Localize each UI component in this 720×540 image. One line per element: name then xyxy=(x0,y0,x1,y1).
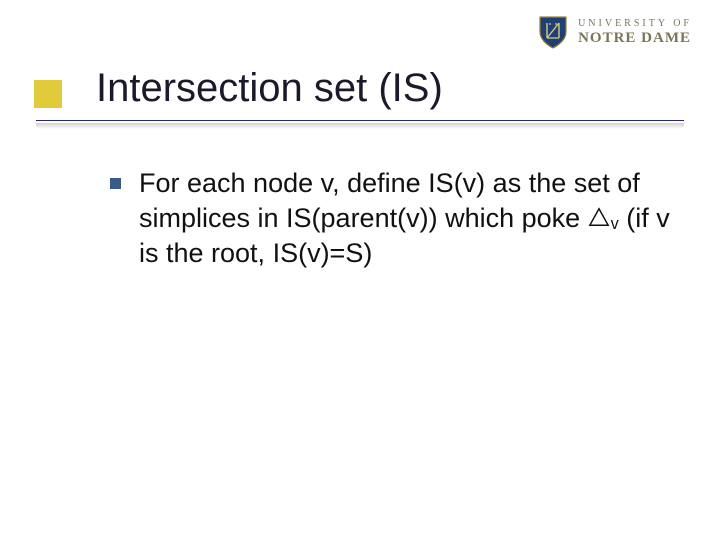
slide-title: Intersection set (IS) xyxy=(96,66,443,111)
triangle-icon xyxy=(588,206,610,228)
square-bullet-icon xyxy=(110,178,121,189)
title-underline xyxy=(36,120,684,121)
shield-icon xyxy=(538,14,568,50)
university-logo-text: UNIVERSITY OF NOTRE DAME xyxy=(578,19,692,46)
university-logo: UNIVERSITY OF NOTRE DAME xyxy=(538,14,692,50)
triangle-symbol xyxy=(588,202,610,237)
bullet-text-prefix: For each node v, define IS(v) as the set… xyxy=(139,168,640,233)
title-accent-square xyxy=(34,80,62,108)
bullet-item: For each node v, define IS(v) as the set… xyxy=(110,166,670,271)
bullet-text: For each node v, define IS(v) as the set… xyxy=(139,166,670,271)
logo-line2: NOTRE DAME xyxy=(578,31,692,46)
title-underline-shadow xyxy=(36,123,684,129)
logo-line1: UNIVERSITY OF xyxy=(578,19,692,29)
triangle-subscript: v xyxy=(610,215,619,233)
slide-body: For each node v, define IS(v) as the set… xyxy=(110,166,670,271)
slide: UNIVERSITY OF NOTRE DAME Intersection se… xyxy=(0,0,720,540)
